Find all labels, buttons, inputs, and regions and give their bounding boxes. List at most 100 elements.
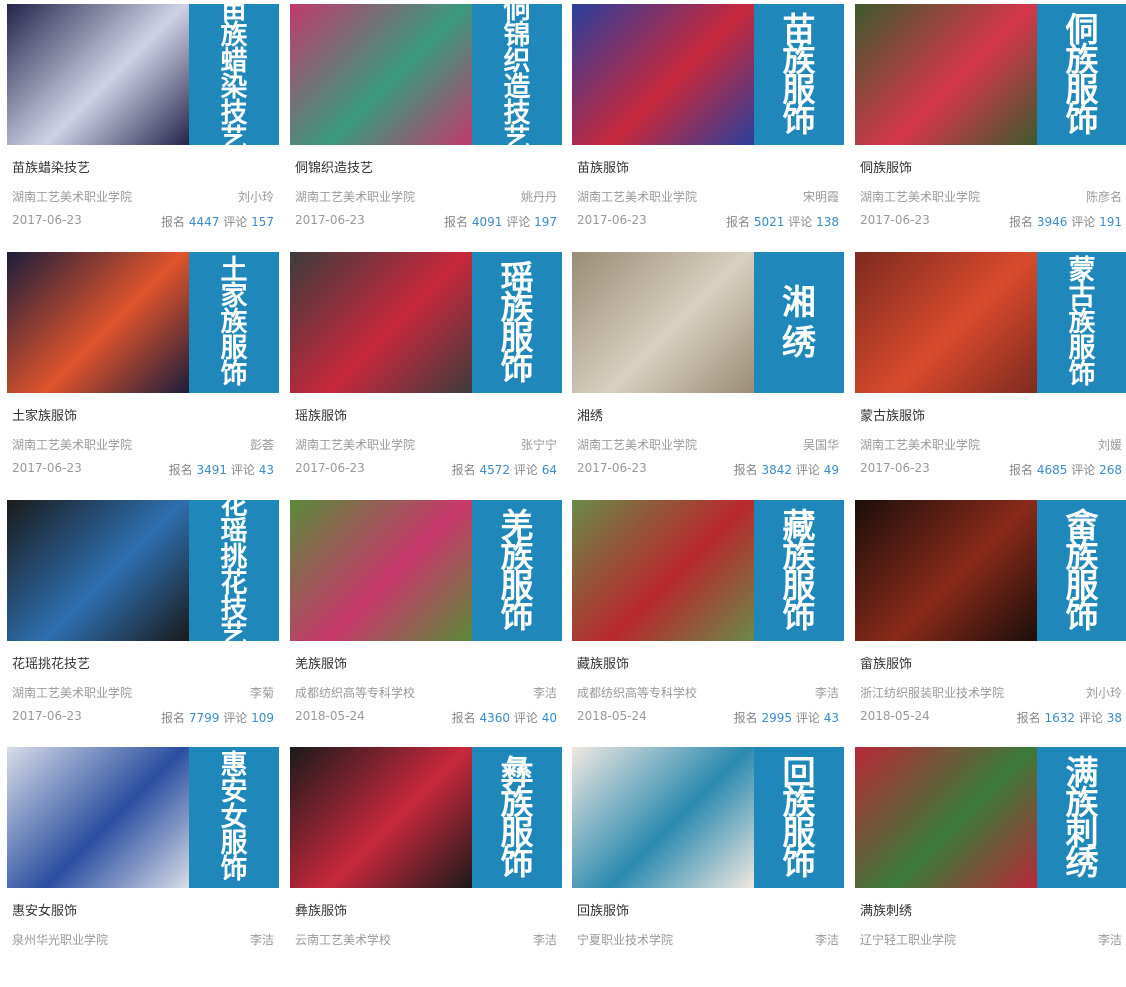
course-stats: 报名 4685 评论 268 [1009, 461, 1122, 478]
course-title[interactable]: 花瑶挑花技艺 [12, 653, 90, 672]
course-banner-panel: 土家族服饰 [189, 252, 279, 393]
course-card[interactable]: 蒙古族服饰 蒙古族服饰 湖南工艺美术职业学院 刘媛 2017-06-23 报名 4685 … [855, 252, 1126, 492]
course-date: 2017-06-23 [295, 461, 365, 475]
course-thumbnail[interactable]: 蒙古族服饰 [855, 252, 1126, 393]
course-banner-text: 蒙古族服饰 [1068, 254, 1096, 390]
course-photo [855, 4, 1037, 145]
course-banner-text: 惠安女服饰 [220, 749, 248, 885]
signup-label: 报名 [444, 215, 469, 229]
course-date: 2017-06-23 [860, 461, 930, 475]
course-school: 湖南工艺美术职业学院 [577, 438, 698, 452]
course-thumbnail[interactable]: 苗族蜡染技艺 [7, 4, 279, 145]
course-thumbnail[interactable]: 侗锦织造技艺 [290, 4, 562, 145]
course-title[interactable]: 回族服饰 [577, 900, 629, 919]
course-banner-panel: 羌族服饰 [472, 500, 562, 641]
course-school: 湖南工艺美术职业学院 [12, 686, 133, 700]
course-teacher: 张宁宁 [520, 438, 557, 452]
course-banner-text: 彝族服饰 [500, 752, 534, 882]
course-card[interactable]: 惠安女服饰 惠安女服饰 泉州华光职业学院 李洁 [7, 747, 279, 987]
course-title[interactable]: 侗族服饰 [860, 157, 912, 176]
course-title[interactable]: 侗锦织造技艺 [295, 157, 373, 176]
comment-count: 191 [1099, 215, 1122, 229]
course-title[interactable]: 蒙古族服饰 [860, 405, 925, 424]
course-card[interactable]: 羌族服饰 羌族服饰 成都纺织高等专科学校 李洁 2018-05-24 报名 4360 评论… [290, 500, 562, 740]
course-title[interactable]: 惠安女服饰 [12, 900, 77, 919]
course-thumbnail[interactable]: 苗族服饰 [572, 4, 844, 145]
course-card[interactable]: 畲族服饰 畲族服饰 浙江纺织服装职业技术学院 刘小玲 2018-05-24 报名 1632… [855, 500, 1126, 740]
comment-count: 197 [534, 215, 557, 229]
course-teacher: 彭荟 [249, 438, 274, 452]
course-card[interactable]: 苗族服饰 苗族服饰 湖南工艺美术职业学院 宋明霞 2017-06-23 报名 5021 评… [572, 4, 844, 244]
course-teacher: 李菊 [249, 686, 274, 700]
course-title[interactable]: 畲族服饰 [860, 653, 912, 672]
course-thumbnail[interactable]: 羌族服饰 [290, 500, 562, 641]
course-title[interactable]: 羌族服饰 [295, 653, 347, 672]
course-thumbnail[interactable]: 回族服饰 [572, 747, 844, 888]
course-card[interactable]: 藏族服饰 藏族服饰 成都纺织高等专科学校 李洁 2018-05-24 报名 2995 评论… [572, 500, 844, 740]
comment-count: 64 [541, 463, 557, 477]
course-stats: 报名 4360 评论 40 [452, 709, 557, 726]
course-thumbnail[interactable]: 畲族服饰 [855, 500, 1126, 641]
course-banner-text: 花瑶挑花技艺 [220, 500, 248, 641]
course-thumbnail[interactable]: 侗族服饰 [855, 4, 1126, 145]
signup-label: 报名 [726, 215, 751, 229]
signup-label: 报名 [451, 463, 476, 477]
course-card[interactable]: 瑶族服饰 瑶族服饰 湖南工艺美术职业学院 张宁宁 2017-06-23 报名 4572 评… [290, 252, 562, 492]
course-title[interactable]: 土家族服饰 [12, 405, 77, 424]
course-grid: 苗族蜡染技艺 苗族蜡染技艺 湖南工艺美术职业学院 刘小玲 2017-06-23 报名 44… [0, 0, 1126, 949]
course-stats: 报名 3946 评论 191 [1009, 213, 1122, 230]
signup-count: 1632 [1044, 711, 1076, 725]
course-card[interactable]: 满族刺绣 满族刺绣 辽宁轻工职业学院 李洁 [855, 747, 1126, 987]
course-thumbnail[interactable]: 湘绣 [572, 252, 844, 393]
course-card[interactable]: 土家族服饰 土家族服饰 湖南工艺美术职业学院 彭荟 2017-06-23 报名 3491 … [7, 252, 279, 492]
course-thumbnail[interactable]: 满族刺绣 [855, 747, 1126, 888]
course-thumbnail[interactable]: 土家族服饰 [7, 252, 279, 393]
course-card[interactable]: 湘绣 湘绣 湖南工艺美术职业学院 吴国华 2017-06-23 报名 3842 评论 49 [572, 252, 844, 492]
course-title[interactable]: 湘绣 [577, 405, 603, 424]
course-school: 泉州华光职业学院 [12, 933, 109, 947]
course-stats: 报名 4572 评论 64 [452, 461, 557, 478]
course-school: 云南工艺美术学校 [295, 933, 392, 947]
course-teacher: 姚丹丹 [520, 190, 557, 204]
course-title[interactable]: 藏族服饰 [577, 653, 629, 672]
course-title[interactable]: 彝族服饰 [295, 900, 347, 919]
signup-count: 3491 [196, 463, 228, 477]
course-banner-panel: 蒙古族服饰 [1037, 252, 1126, 393]
course-title[interactable]: 苗族服饰 [577, 157, 629, 176]
course-title[interactable]: 瑶族服饰 [295, 405, 347, 424]
course-card[interactable]: 侗族服饰 侗族服饰 湖南工艺美术职业学院 陈彦名 2017-06-23 报名 3946 评… [855, 4, 1126, 244]
course-stats: 报名 1632 评论 38 [1017, 709, 1122, 726]
course-thumbnail[interactable]: 彝族服饰 [290, 747, 562, 888]
course-banner-text: 畲族服饰 [1065, 505, 1099, 635]
course-card[interactable]: 花瑶挑花技艺 花瑶挑花技艺 湖南工艺美术职业学院 李菊 2017-06-23 报名 779… [7, 500, 279, 740]
course-banner-panel: 彝族服饰 [472, 747, 562, 888]
comment-count: 40 [541, 711, 557, 725]
course-card[interactable]: 苗族蜡染技艺 苗族蜡染技艺 湖南工艺美术职业学院 刘小玲 2017-06-23 报名 44… [7, 4, 279, 244]
course-thumbnail[interactable]: 惠安女服饰 [7, 747, 279, 888]
course-banner-panel: 侗族服饰 [1037, 4, 1126, 145]
course-teacher: 刘小玲 [1085, 686, 1122, 700]
course-card[interactable]: 回族服饰 回族服饰 宁夏职业技术学院 李洁 [572, 747, 844, 987]
comment-label: 评论 [513, 711, 538, 725]
course-banner-panel: 苗族服饰 [754, 4, 844, 145]
course-date: 2018-05-24 [577, 709, 647, 723]
signup-label: 报名 [161, 711, 186, 725]
course-banner-text: 苗族服饰 [782, 9, 816, 139]
comment-count: 109 [251, 711, 274, 725]
course-title[interactable]: 满族刺绣 [860, 900, 912, 919]
course-thumbnail[interactable]: 藏族服饰 [572, 500, 844, 641]
course-teacher: 李洁 [532, 933, 557, 947]
comment-count: 43 [258, 463, 274, 477]
course-title[interactable]: 苗族蜡染技艺 [12, 157, 90, 176]
course-teacher: 李洁 [1097, 933, 1122, 947]
course-card[interactable]: 彝族服饰 彝族服饰 云南工艺美术学校 李洁 [290, 747, 562, 987]
course-teacher: 李洁 [532, 686, 557, 700]
course-school: 湖南工艺美术职业学院 [295, 190, 416, 204]
course-thumbnail[interactable]: 瑶族服饰 [290, 252, 562, 393]
course-date: 2017-06-23 [12, 461, 82, 475]
course-thumbnail[interactable]: 花瑶挑花技艺 [7, 500, 279, 641]
course-card[interactable]: 侗锦织造技艺 侗锦织造技艺 湖南工艺美术职业学院 姚丹丹 2017-06-23 报名 40… [290, 4, 562, 244]
course-banner-panel: 瑶族服饰 [472, 252, 562, 393]
course-photo [572, 4, 754, 145]
course-banner-panel: 畲族服饰 [1037, 500, 1126, 641]
